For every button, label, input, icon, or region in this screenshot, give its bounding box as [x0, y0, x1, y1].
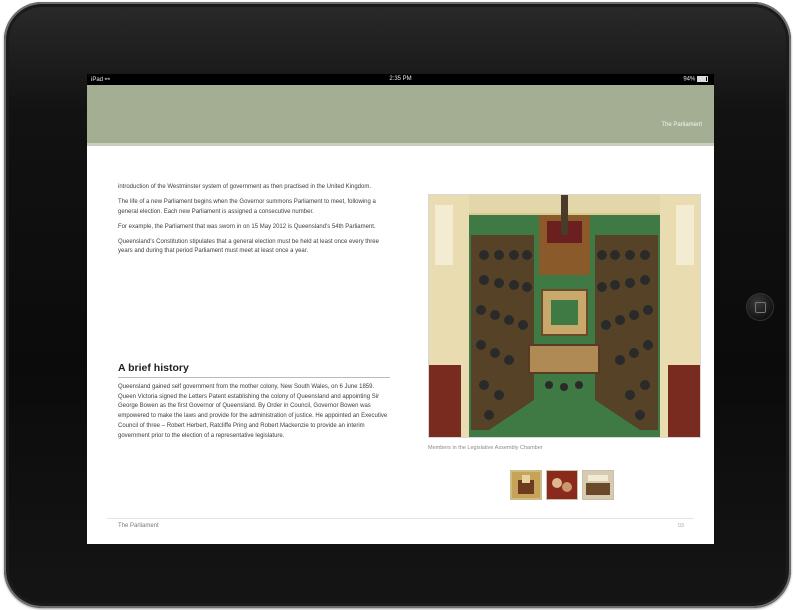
- thumbnail-2[interactable]: [546, 470, 578, 500]
- ipad-screen: iPad ⚯ 2:35 PM 94% The Parliament introd…: [87, 74, 714, 544]
- paragraph: For example, the Parliament that was swo…: [118, 223, 376, 230]
- thumbnail-1[interactable]: [510, 470, 542, 500]
- header-divider: [87, 143, 714, 146]
- page-number: 03: [677, 523, 684, 529]
- home-button[interactable]: [746, 293, 774, 321]
- thumbnail-strip: [510, 470, 614, 500]
- photo-caption: Members in the Legislative Assembly Cham…: [428, 445, 543, 451]
- footer-divider: [107, 518, 694, 519]
- status-time: 2:35 PM: [389, 76, 412, 82]
- status-bar: iPad ⚯ 2:35 PM 94%: [87, 74, 714, 85]
- chamber-illustration: [429, 195, 700, 437]
- history-text: Queensland gained self government from t…: [118, 384, 388, 439]
- header-title[interactable]: The Parliament: [661, 122, 702, 128]
- section-divider: [118, 377, 390, 378]
- battery-icon: [697, 76, 708, 82]
- footer-title: The Parliament: [118, 523, 159, 529]
- chamber-photo[interactable]: [428, 194, 701, 438]
- page-header: The Parliament: [87, 85, 714, 143]
- paragraph: Queensland's Constitution stipulates tha…: [118, 239, 379, 255]
- section-heading: A brief history: [118, 362, 189, 374]
- paragraph: The life of a new Parliament begins when…: [118, 199, 376, 215]
- intro-text: introduction of the Westminster system o…: [118, 183, 390, 263]
- thumbnail-3[interactable]: [582, 470, 614, 500]
- paragraph: introduction of the Westminster system o…: [118, 184, 372, 190]
- battery-indicator: 94%: [683, 76, 708, 83]
